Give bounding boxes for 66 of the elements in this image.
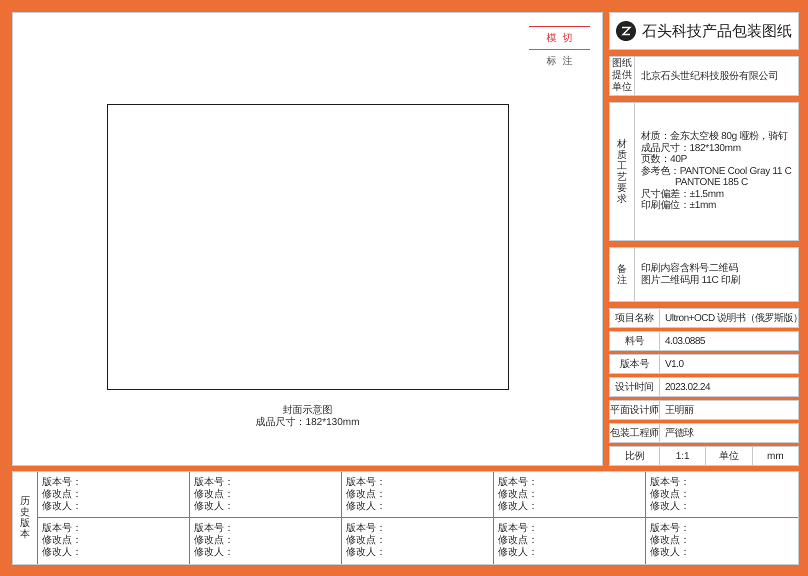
history-field: 修改点： bbox=[194, 535, 341, 547]
logo-icon bbox=[616, 21, 636, 41]
history-field: 版本号： bbox=[346, 523, 493, 535]
field-value: 王明丽 bbox=[664, 404, 694, 417]
history-field: 修改人： bbox=[346, 500, 493, 512]
field-label: 包装工程师 bbox=[610, 424, 660, 442]
provider-name: 北京石头世纪科技股份有限公司 bbox=[641, 70, 778, 83]
field-value: 严德球 bbox=[664, 426, 694, 440]
field-value: 1:1 bbox=[660, 447, 706, 465]
history-field: 修改人： bbox=[42, 547, 189, 559]
section-label: 材质工艺要求 bbox=[617, 138, 627, 204]
field-label: 料号 bbox=[610, 332, 660, 350]
history-field: 修改点： bbox=[650, 488, 798, 500]
section-label: 图纸提供单位 bbox=[612, 58, 632, 94]
history-field: 版本号： bbox=[194, 523, 341, 535]
field-value: mm bbox=[766, 450, 785, 464]
section-label: 历史版本 bbox=[20, 496, 30, 540]
history-field: 版本号： bbox=[42, 476, 189, 488]
history-field: 修改人： bbox=[650, 500, 798, 512]
field-label: 单位 bbox=[706, 447, 753, 465]
preview-size: 成品尺寸：182*130mm bbox=[256, 417, 360, 429]
field-label: 项目名称 bbox=[610, 309, 660, 327]
material-line: PANTONE 185 C bbox=[674, 177, 749, 189]
material-line: 成品尺寸：182*130mm bbox=[641, 142, 742, 154]
preview-caption: 封面示意图 bbox=[282, 405, 332, 416]
history-field: 修改点： bbox=[346, 488, 493, 500]
material-line: 尺寸偏差：±1.5mm bbox=[641, 188, 725, 200]
material-line: 印刷偏位：±1mm bbox=[641, 200, 718, 212]
legend-label: 标注 bbox=[546, 56, 578, 68]
history-field: 版本号： bbox=[346, 476, 493, 488]
history-field: 修改点： bbox=[194, 488, 341, 500]
history-field: 修改人： bbox=[650, 547, 798, 559]
field-value: Ultron+OCD 说明书（俄罗斯版） bbox=[664, 312, 803, 325]
history-field: 版本号： bbox=[42, 523, 189, 535]
history-field: 修改点： bbox=[346, 535, 493, 547]
history-field: 修改人： bbox=[498, 500, 645, 512]
history-field: 修改点： bbox=[498, 535, 645, 547]
field-label: 版本号 bbox=[610, 355, 660, 373]
note-line: 图片二维码用 11C 印刷 bbox=[641, 274, 740, 286]
history-field: 版本号： bbox=[194, 476, 341, 488]
history-field: 修改人： bbox=[498, 547, 645, 559]
note-line: 印刷内容含料号二维码 bbox=[641, 263, 740, 274]
section-label: 备注 bbox=[617, 264, 627, 286]
field-label: 比例 bbox=[610, 447, 660, 465]
history-field: 版本号： bbox=[650, 523, 798, 535]
material-line: 页数：40P bbox=[641, 154, 688, 166]
history-field: 修改人： bbox=[194, 500, 341, 512]
history-field: 修改点： bbox=[42, 535, 189, 547]
field-value: 4.03.0885 bbox=[664, 336, 705, 346]
field-value: 2023.02.24 bbox=[664, 382, 710, 392]
field-label: 平面设计师 bbox=[610, 401, 660, 419]
history-field: 修改人： bbox=[194, 547, 341, 559]
material-line: 参考色：PANTONE Cool Gray 11 C bbox=[641, 166, 792, 178]
legend-label: 模切 bbox=[546, 33, 578, 45]
history-field: 版本号： bbox=[498, 523, 645, 535]
history-field: 修改点： bbox=[42, 488, 189, 500]
history-field: 修改点： bbox=[650, 535, 798, 547]
history-field: 修改人： bbox=[346, 547, 493, 559]
history-field: 修改点： bbox=[498, 488, 645, 500]
history-field: 修改人： bbox=[42, 500, 189, 512]
sheet-title: 石头科技产品包装图纸 bbox=[642, 22, 792, 40]
field-label: 设计时间 bbox=[610, 378, 660, 396]
history-field: 版本号： bbox=[498, 476, 645, 488]
history-field: 版本号： bbox=[650, 476, 798, 488]
field-value: V1.0 bbox=[664, 358, 684, 370]
material-line: 材质：金东太空梭 80g 哑粉，骑钉 bbox=[641, 131, 789, 142]
